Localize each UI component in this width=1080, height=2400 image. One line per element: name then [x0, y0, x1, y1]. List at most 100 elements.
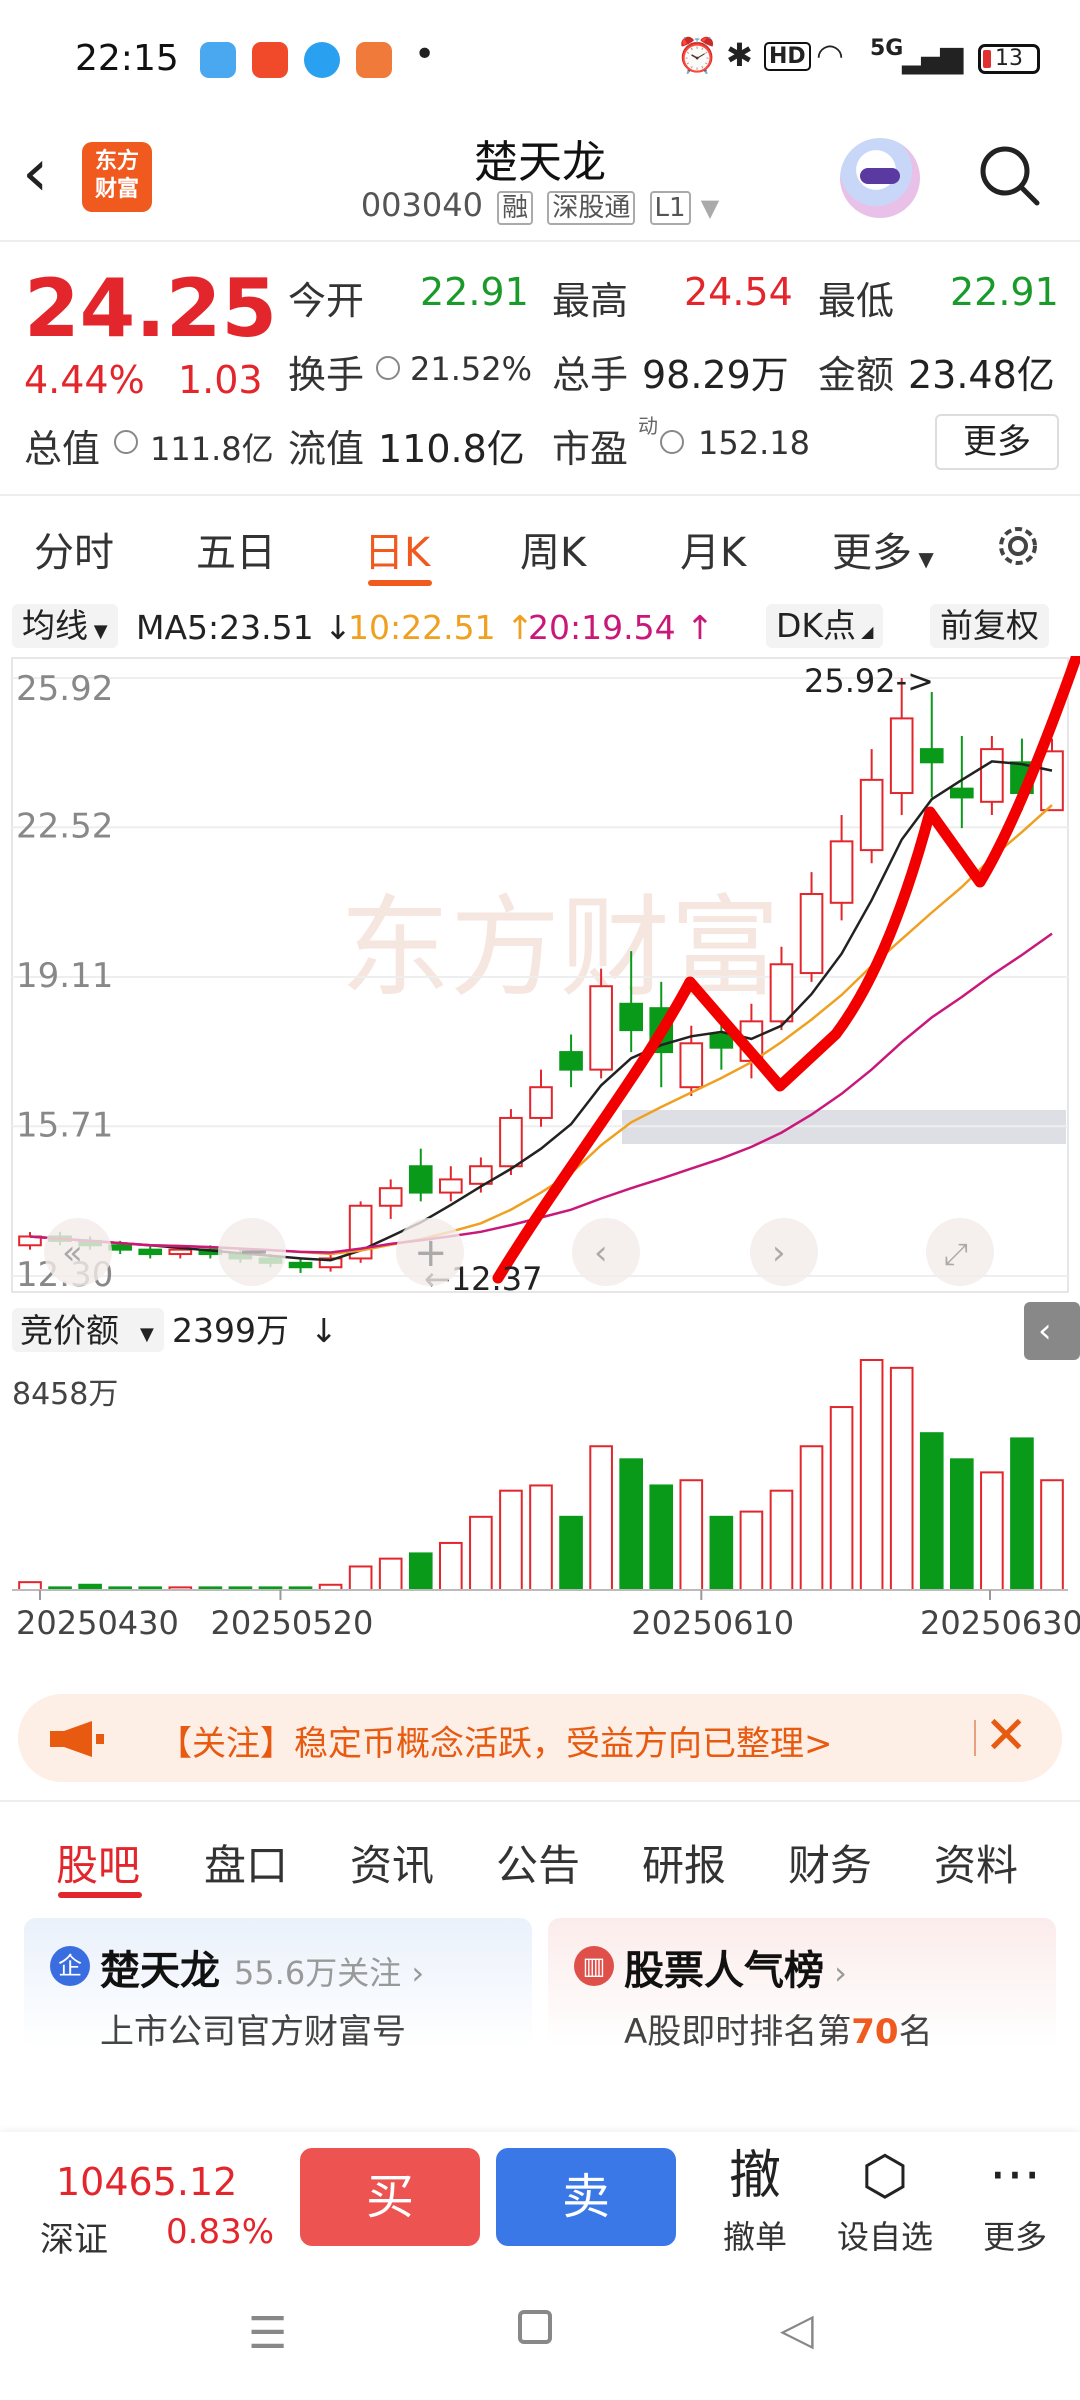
volume-bar — [348, 1565, 373, 1592]
stock-code-row[interactable]: 003040 融 深股通 L1 ▼ — [0, 186, 1080, 225]
chevron-right-icon: › — [824, 1954, 847, 1992]
candle-body — [919, 748, 944, 764]
index-change: 0.83% — [166, 2212, 275, 2252]
tab-forum[interactable]: 股吧 — [56, 1832, 140, 1893]
add-watchlist-button[interactable]: ⬡ 设自选 — [830, 2146, 940, 2258]
buy-button[interactable]: 买 — [300, 2148, 480, 2246]
pe-dynamic-sup: 动 — [638, 414, 658, 438]
info-icon[interactable] — [660, 430, 684, 454]
back-nav-icon[interactable]: ◁ — [780, 2304, 814, 2355]
volume-bar — [469, 1515, 493, 1591]
watermark: 东方财富 — [340, 884, 780, 1012]
system-nav-bar: ☰ ◁ — [0, 2268, 1080, 2400]
tab-weekly-k[interactable]: 周K — [520, 520, 586, 578]
settings-gear-icon[interactable] — [990, 518, 1046, 574]
svg-text:‹: ‹ — [594, 1233, 608, 1273]
official-account-card[interactable]: 企 楚天龙 55.6万关注 › 上市公司官方财富号 — [24, 1918, 532, 2052]
orange-app-icon — [356, 42, 392, 78]
candle-body — [859, 778, 884, 852]
ma20-value: 20:19.54 ↑ — [528, 608, 714, 647]
more-actions-label: 更多 — [982, 2218, 1047, 2256]
info-icon[interactable] — [114, 430, 138, 454]
kline-chart[interactable]: 东方财富 25.9222.5219.1115.7112.30 25.92-> ←… — [0, 656, 1080, 1676]
volume-bar — [589, 1445, 613, 1591]
info-icon[interactable] — [376, 356, 400, 380]
caret-down-icon: ▼ — [140, 1324, 154, 1345]
volume-bar — [529, 1484, 553, 1591]
add-watchlist-label: 设自选 — [836, 2218, 933, 2256]
tab-daily-k[interactable]: 日K — [364, 520, 430, 578]
volume-bar — [859, 1359, 884, 1591]
date-label: 20250630 — [920, 1604, 1080, 1642]
adjust-button[interactable]: 前复权 — [930, 604, 1049, 648]
official-account-title: 楚天龙 55.6万关注 › — [100, 1938, 424, 1996]
candle-body — [889, 717, 914, 795]
cancel-order-button[interactable]: 撤 撤单 — [700, 2146, 810, 2258]
tab-five-day[interactable]: 五日 — [196, 520, 276, 578]
ma-mode-label: 均线 — [22, 606, 88, 645]
active-tab-underline — [368, 580, 432, 586]
popularity-rank-name: 股票人气榜 — [624, 1948, 824, 1994]
enterprise-badge-icon: 企 — [50, 1946, 90, 1986]
open-label: 今开 — [288, 279, 365, 323]
sell-button[interactable]: 卖 — [496, 2148, 676, 2246]
popularity-rank-subtitle: A股即时排名第70名 — [624, 2004, 933, 2053]
rank-prefix: A股即时排名第 — [624, 2012, 852, 2052]
more-actions-button[interactable]: ··· 更多 — [960, 2146, 1070, 2258]
pe-value: 152.18 — [698, 424, 810, 462]
moving-average-bar: 均线 ▼ MA5:23.51 ↓ 10:22.51 ↑ 20:19.54 ↑ D… — [0, 598, 1080, 654]
dk-label: DK点 — [776, 606, 857, 645]
close-icon[interactable]: ✕ — [984, 1706, 1028, 1766]
amount-value: 23.48亿 — [908, 353, 1055, 397]
collapse-panel-button[interactable] — [1024, 1302, 1080, 1360]
battery-icon: 13 — [978, 44, 1040, 74]
index-value[interactable]: 10465.12 — [56, 2160, 237, 2204]
tab-intraday[interactable]: 分时 — [34, 520, 114, 578]
last-price: 24.25 — [24, 262, 278, 355]
popularity-rank-card[interactable]: ▥ 股票人气榜 › A股即时排名第70名 — [548, 1918, 1056, 2052]
volume-bar — [769, 1489, 794, 1592]
home-icon[interactable] — [518, 2310, 552, 2344]
more-dots-icon: ··· — [989, 2144, 1041, 2207]
cancel-order-label: 撤单 — [722, 2218, 787, 2256]
tab-news[interactable]: 资讯 — [350, 1832, 434, 1893]
news-notice-banner[interactable]: 【关注】稳定币概念活跃，受益方向已整理> ✕ — [18, 1694, 1062, 1782]
corner-icon: ◢ — [856, 622, 874, 641]
stock-code: 003040 — [360, 186, 483, 224]
trade-bar: 10465.12 深证 0.83% 买 卖 撤 撤单 ⬡ 设自选 ··· 更多 — [0, 2132, 1080, 2268]
cancel-order-icon: 撤 — [728, 2146, 781, 2206]
volume-bar — [1040, 1479, 1064, 1592]
wifi-icon: ◠ — [816, 36, 844, 74]
tab-more-label: 更多 — [832, 530, 912, 576]
tab-research[interactable]: 研报 — [642, 1832, 726, 1893]
more-quote-button[interactable]: 更多 — [935, 414, 1059, 470]
tab-orderbook[interactable]: 盘口 — [204, 1832, 288, 1893]
dk-point-button[interactable]: DK点 ◢ — [766, 604, 884, 648]
chevron-right-icon: › — [401, 1954, 425, 1992]
amount-label: 金额 — [818, 353, 895, 397]
volume-bar — [439, 1541, 463, 1591]
turnover-value: 21.52% — [410, 350, 533, 388]
price-tick-label: 22.52 — [16, 806, 113, 846]
ma-mode-selector[interactable]: 均线 ▼ — [12, 604, 118, 648]
tab-monthly-k[interactable]: 月K — [680, 520, 746, 578]
volume-bar — [950, 1458, 974, 1591]
tab-finance[interactable]: 财务 — [788, 1832, 872, 1893]
tab-announcements[interactable]: 公告 — [496, 1832, 580, 1893]
tab-profile[interactable]: 资料 — [934, 1832, 1018, 1893]
down-arrow-icon: ↓ — [310, 1311, 338, 1350]
volume-bar — [408, 1552, 433, 1592]
tab-more[interactable]: 更多 ▼ — [832, 520, 934, 578]
volume-bar — [378, 1557, 403, 1591]
date-label: 20250430 — [16, 1604, 179, 1642]
pe-label: 市盈 — [552, 427, 629, 471]
high-label: 最高 — [552, 279, 629, 323]
menu-icon[interactable]: ☰ — [248, 2308, 287, 2359]
rank-chart-icon: ▥ — [574, 1946, 614, 1986]
volume-bar — [1010, 1437, 1034, 1592]
candle-body — [408, 1165, 433, 1194]
candle-body — [529, 1086, 553, 1119]
search-icon[interactable] — [976, 142, 1042, 208]
candle-body — [950, 787, 974, 799]
assistant-robot-icon[interactable] — [840, 138, 920, 218]
